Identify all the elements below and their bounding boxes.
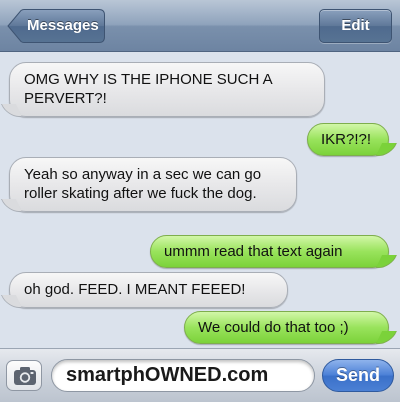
send-button[interactable]: Send xyxy=(322,359,394,392)
message-bubble-incoming: OMG WHY IS THE IPHONE SUCH A PERVERT?! xyxy=(9,62,325,117)
camera-icon xyxy=(14,367,36,385)
message-thread[interactable]: OMG WHY IS THE IPHONE SUCH A PERVERT?! I… xyxy=(0,53,400,348)
message-bubble-outgoing: IKR?!?! xyxy=(307,123,389,156)
message-bubble-incoming: Yeah so anyway in a sec we can go roller… xyxy=(9,157,297,212)
back-button-label: Messages xyxy=(27,17,99,34)
message-bubble-outgoing: ummm read that text again xyxy=(150,235,389,268)
message-bubble-outgoing: We could do that too ;) xyxy=(184,311,389,344)
edit-button[interactable]: Edit xyxy=(319,9,392,43)
message-input-field[interactable]: smartphOWNED.com xyxy=(51,359,315,392)
navigation-bar: Messages Edit xyxy=(0,0,400,52)
message-composer-bar: smartphOWNED.com Send xyxy=(0,348,400,402)
camera-button[interactable] xyxy=(6,360,42,391)
message-bubble-incoming: oh god. FEED. I MEANT FEEED! xyxy=(9,272,288,308)
back-button-messages[interactable]: Messages xyxy=(7,9,105,43)
